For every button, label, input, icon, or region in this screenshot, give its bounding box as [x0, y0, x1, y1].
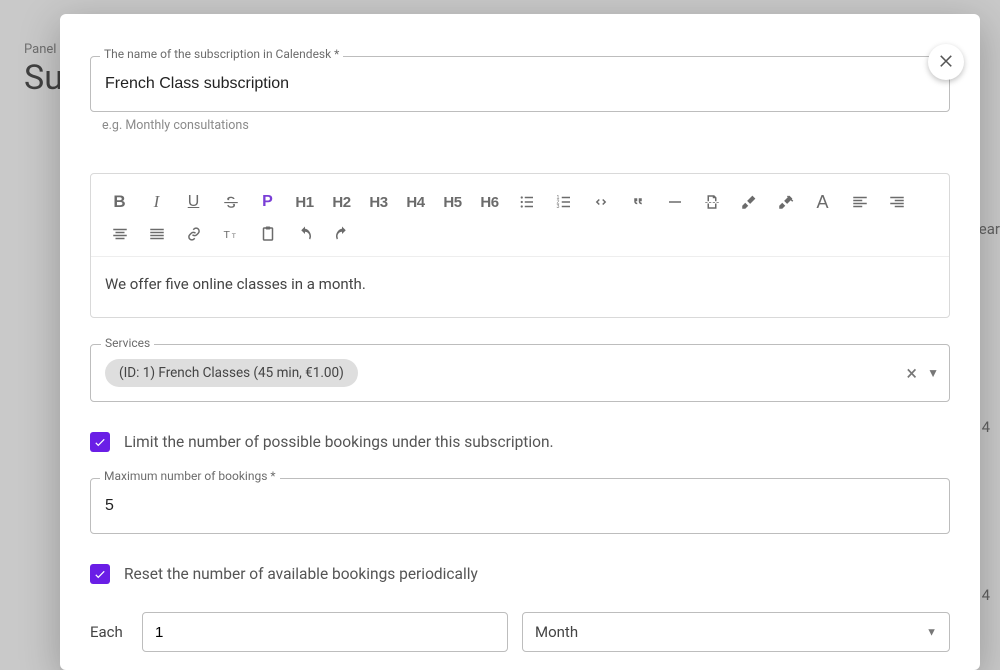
text-size-button[interactable]: TT: [212, 218, 249, 250]
underline-button[interactable]: U: [175, 186, 212, 218]
close-button[interactable]: [928, 44, 964, 80]
code-button[interactable]: [582, 186, 619, 218]
reset-bookings-label: Reset the number of available bookings p…: [124, 565, 478, 583]
link-button[interactable]: [175, 218, 212, 250]
service-chip[interactable]: (ID: 1) French Classes (45 min, €1.00): [105, 359, 358, 387]
quote-button[interactable]: [619, 186, 656, 218]
svg-text:T: T: [223, 229, 230, 241]
limit-bookings-checkbox[interactable]: [90, 432, 110, 452]
max-bookings-input[interactable]: [90, 478, 950, 534]
close-icon: [937, 50, 955, 74]
each-unit-value: Month: [535, 623, 578, 641]
h5-button[interactable]: H5: [434, 186, 471, 218]
redo-button[interactable]: [323, 218, 360, 250]
each-row: Each Month ▼: [90, 612, 950, 652]
page-break-button[interactable]: [693, 186, 730, 218]
align-center-button[interactable]: [101, 218, 138, 250]
reset-bookings-checkbox[interactable]: [90, 564, 110, 584]
each-unit-select[interactable]: Month ▼: [522, 612, 950, 652]
text-color-button[interactable]: A: [804, 186, 841, 218]
svg-text:T: T: [231, 233, 235, 240]
editor-toolbar: B I U P H1 H2 H3 H4 H5 H6 123: [91, 174, 949, 257]
highlight-button[interactable]: [730, 186, 767, 218]
paragraph-button[interactable]: P: [249, 186, 286, 218]
align-left-button[interactable]: [841, 186, 878, 218]
align-justify-button[interactable]: [138, 218, 175, 250]
services-dropdown-icon[interactable]: ▼: [927, 366, 939, 380]
subscription-name-input[interactable]: [90, 56, 950, 112]
clear-format-button[interactable]: [767, 186, 804, 218]
each-label: Each: [90, 623, 128, 641]
each-value-input[interactable]: [142, 612, 508, 652]
chevron-down-icon: ▼: [926, 626, 937, 639]
limit-bookings-row: Limit the number of possible bookings un…: [90, 432, 950, 452]
reset-bookings-row: Reset the number of available bookings p…: [90, 564, 950, 584]
services-label: Services: [101, 336, 154, 350]
ordered-list-button[interactable]: 123: [545, 186, 582, 218]
svg-text:3: 3: [556, 204, 559, 210]
max-bookings-field: Maximum number of bookings *: [90, 478, 950, 534]
check-icon: [93, 435, 107, 449]
undo-button[interactable]: [286, 218, 323, 250]
h4-button[interactable]: H4: [397, 186, 434, 218]
max-bookings-label: Maximum number of bookings *: [100, 469, 280, 483]
clipboard-button[interactable]: [249, 218, 286, 250]
subscription-name-field: The name of the subscription in Calendes…: [90, 56, 950, 112]
description-editor: B I U P H1 H2 H3 H4 H5 H6 123: [90, 173, 950, 318]
hr-button[interactable]: [656, 186, 693, 218]
h6-button[interactable]: H6: [471, 186, 508, 218]
subscription-name-helper: e.g. Monthly consultations: [90, 118, 950, 133]
align-right-button[interactable]: [878, 186, 915, 218]
h2-button[interactable]: H2: [323, 186, 360, 218]
h1-button[interactable]: H1: [286, 186, 323, 218]
limit-bookings-label: Limit the number of possible bookings un…: [124, 433, 554, 451]
strikethrough-button[interactable]: [212, 186, 249, 218]
subscription-dialog: The name of the subscription in Calendes…: [60, 14, 980, 670]
editor-content[interactable]: We offer five online classes in a month.: [91, 257, 949, 317]
subscription-name-label: The name of the subscription in Calendes…: [100, 47, 343, 61]
bullet-list-button[interactable]: [508, 186, 545, 218]
services-clear-icon[interactable]: ×: [906, 361, 917, 385]
bold-button[interactable]: B: [101, 186, 138, 218]
h3-button[interactable]: H3: [360, 186, 397, 218]
italic-button[interactable]: I: [138, 186, 175, 218]
services-field[interactable]: Services (ID: 1) French Classes (45 min,…: [90, 344, 950, 402]
check-icon: [93, 567, 107, 581]
